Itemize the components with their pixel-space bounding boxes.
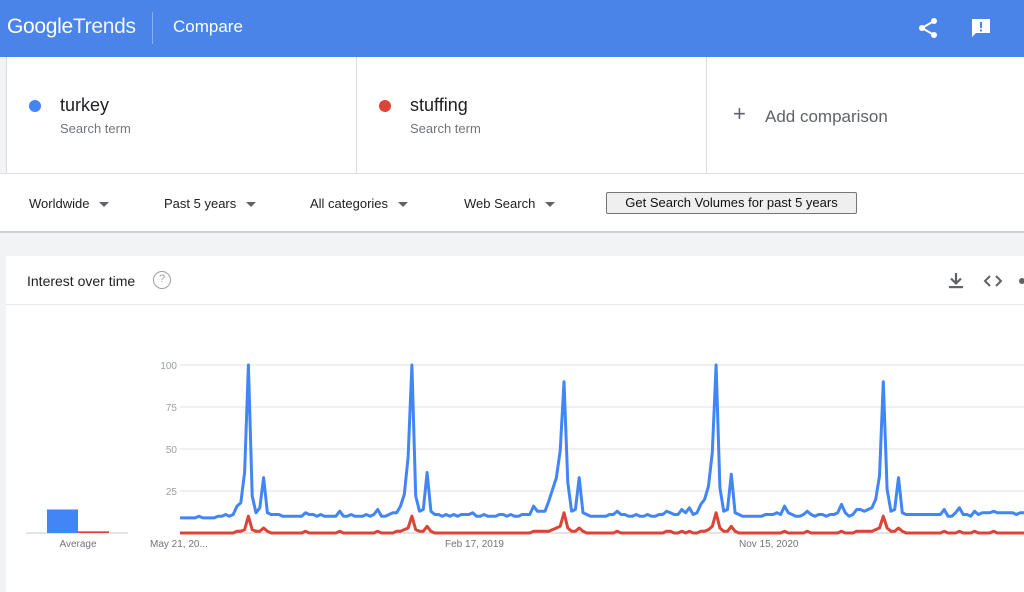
x-axis-ticks: May 21, 20... Feb 17, 2019 Nov 15, 2020	[150, 539, 799, 550]
time-range-dropdown[interactable]: Past 5 years	[164, 196, 257, 211]
app-header: GoogleTrends Compare	[0, 0, 1024, 57]
feedback-icon[interactable]	[969, 16, 993, 40]
download-icon[interactable]	[945, 270, 967, 292]
interest-over-time-card: Interest over time ? 25 50 75 100 Average M…	[6, 256, 1024, 592]
search-property-dropdown[interactable]: Web Search	[464, 196, 556, 211]
share-icon[interactable]	[916, 16, 940, 40]
region-dropdown[interactable]: Worldwide	[29, 196, 110, 211]
interest-chart: 25 50 75 100 Average May 21, 20... Feb 17, 2…	[26, 361, 1024, 550]
search-property-label: Web Search	[464, 196, 536, 211]
term-color-dot	[29, 100, 41, 112]
logo-google-text: Google	[7, 15, 73, 38]
series-line-turkey	[180, 363, 1024, 520]
share-icon[interactable]	[1016, 270, 1024, 292]
add-comparison-button[interactable]: + Add comparison	[707, 57, 1024, 173]
get-search-volumes-button[interactable]: Get Search Volumes for past 5 years	[606, 192, 857, 214]
search-terms-panel: turkey Search term stuffing Search term …	[6, 57, 1024, 173]
average-bar-stuffing	[78, 531, 109, 533]
x-tick-label: Nov 15, 2020	[739, 539, 799, 550]
logo-trends-text: Trends	[72, 15, 136, 38]
caret-down-icon	[99, 202, 110, 208]
x-tick-label: May 21, 20...	[150, 539, 208, 550]
card-title: Interest over time	[27, 273, 136, 289]
card-header: Interest over time ?	[6, 256, 1024, 305]
chart-grid	[180, 364, 1024, 534]
add-comparison-label: Add comparison	[765, 107, 888, 126]
caret-down-icon	[545, 202, 556, 208]
embed-icon[interactable]	[982, 270, 1004, 292]
term-type: Search term	[60, 121, 131, 136]
search-term-turkey[interactable]: turkey Search term	[7, 57, 357, 173]
filter-bar: Worldwide Past 5 years All categories We…	[0, 173, 1024, 233]
caret-down-icon	[246, 202, 257, 208]
google-trends-logo[interactable]: GoogleTrends	[7, 15, 136, 39]
y-tick-label: 25	[166, 487, 178, 498]
help-icon[interactable]: ?	[153, 271, 171, 289]
average-bars: Average	[26, 509, 128, 550]
page-title: Compare	[173, 17, 243, 36]
y-tick-label: 50	[166, 445, 178, 456]
caret-down-icon	[398, 202, 409, 208]
average-bar-turkey	[47, 509, 78, 533]
average-label: Average	[59, 539, 97, 550]
category-label: All categories	[310, 196, 389, 211]
header-divider	[152, 12, 153, 44]
term-color-dot	[379, 100, 391, 112]
plus-icon: +	[733, 101, 746, 126]
time-range-label: Past 5 years	[164, 196, 237, 211]
y-tick-label: 75	[166, 403, 178, 414]
term-name: turkey	[60, 95, 110, 115]
term-type: Search term	[410, 121, 481, 136]
y-tick-label: 100	[160, 361, 177, 372]
region-label: Worldwide	[29, 196, 90, 211]
category-dropdown[interactable]: All categories	[310, 196, 409, 211]
x-tick-label: Feb 17, 2019	[445, 539, 504, 550]
term-name: stuffing	[410, 95, 468, 115]
search-term-stuffing[interactable]: stuffing Search term	[357, 57, 707, 173]
y-axis-ticks: 25 50 75 100	[160, 361, 177, 498]
